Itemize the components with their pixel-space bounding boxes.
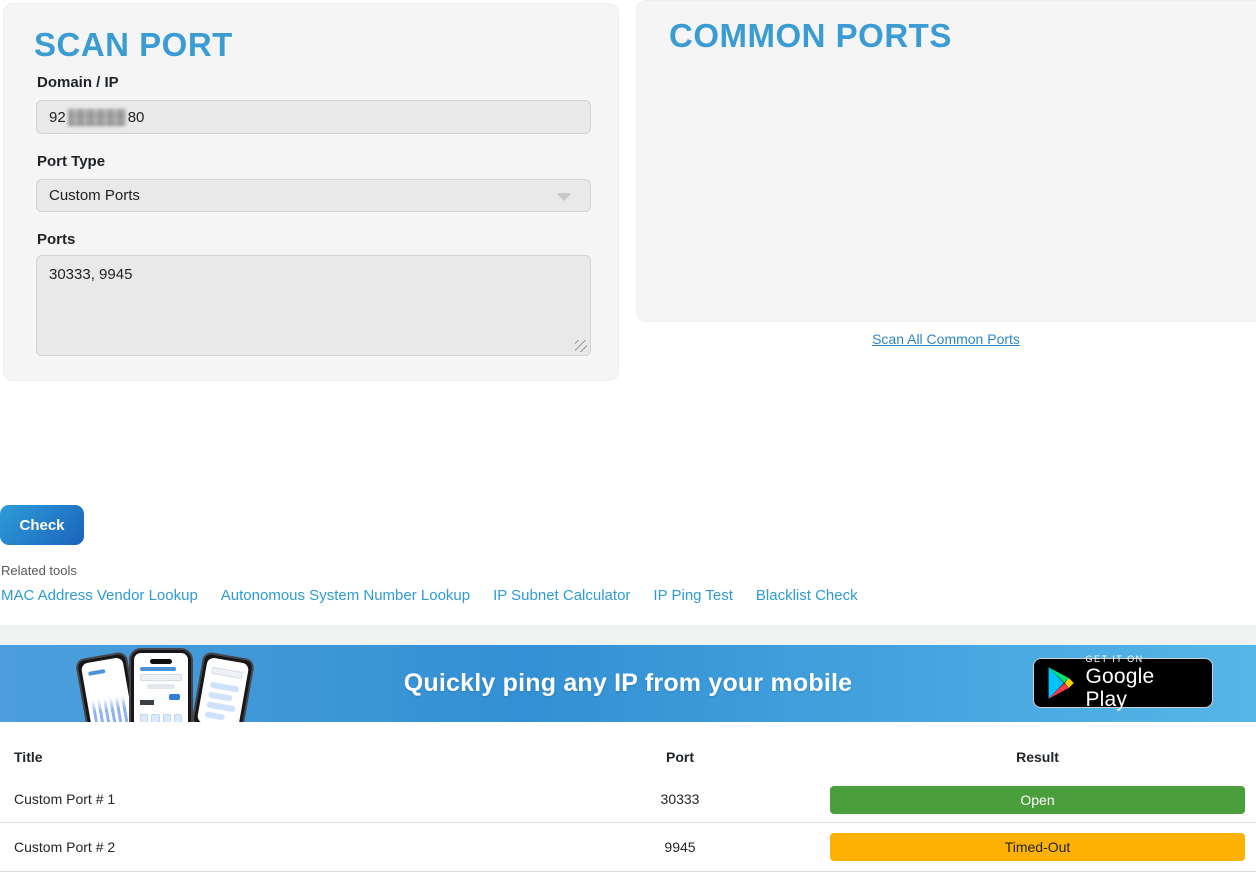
scan-all-common-ports-link[interactable]: Scan All Common Ports <box>636 331 1256 347</box>
link-ip-ping-test[interactable]: IP Ping Test <box>653 587 733 604</box>
check-button[interactable]: Check <box>0 505 84 545</box>
row2-port: 9945 <box>560 839 800 855</box>
link-ip-subnet-calculator[interactable]: IP Subnet Calculator <box>493 587 630 604</box>
phone-center <box>129 648 193 722</box>
domain-ip-label: Domain / IP <box>37 74 119 91</box>
row2-title: Custom Port # 2 <box>14 839 115 855</box>
row-divider <box>0 822 1256 823</box>
column-header-port: Port <box>560 749 800 765</box>
redacted-blur <box>68 109 126 126</box>
domain-ip-input[interactable]: 92 80 <box>36 100 591 134</box>
domain-value-prefix: 92 <box>49 109 66 126</box>
google-play-get-it-on: GET IT ON <box>1085 655 1200 665</box>
link-blacklist-check[interactable]: Blacklist Check <box>756 587 858 604</box>
link-autonomous-system-number-lookup[interactable]: Autonomous System Number Lookup <box>221 587 470 604</box>
google-play-badge[interactable]: GET IT ON Google Play <box>1033 658 1213 708</box>
link-mac-address-vendor-lookup[interactable]: MAC Address Vendor Lookup <box>1 587 198 604</box>
port-type-selected-value: Custom Ports <box>49 187 140 204</box>
row1-title: Custom Port # 1 <box>14 791 115 807</box>
row1-port: 30333 <box>560 791 800 807</box>
row-divider <box>0 871 1256 872</box>
section-divider-strip <box>0 625 1256 645</box>
google-play-icon <box>1046 666 1075 700</box>
row1-status-badge: Open <box>830 786 1245 814</box>
port-type-select[interactable]: Custom Ports <box>36 179 591 212</box>
related-tools-links: MAC Address Vendor Lookup Autonomous Sys… <box>1 587 858 604</box>
scan-port-title: SCAN PORT <box>34 26 233 64</box>
ports-label: Ports <box>37 231 75 248</box>
resize-handle-icon[interactable] <box>575 340 587 352</box>
common-ports-title: COMMON PORTS <box>669 17 952 55</box>
port-type-label: Port Type <box>37 153 105 170</box>
common-ports-panel: COMMON PORTS 21FTP 22SSH 23Telnet 25SMTP… <box>636 0 1256 322</box>
domain-value-suffix: 80 <box>128 109 145 126</box>
google-play-badge-text: GET IT ON Google Play <box>1085 655 1200 711</box>
chevron-down-icon <box>556 193 572 201</box>
column-header-title: Title <box>14 749 43 765</box>
page: SCAN PORT Domain / IP 92 80 Port Type Cus… <box>0 0 1256 875</box>
column-header-result: Result <box>830 749 1245 765</box>
ports-textarea[interactable]: 30333, 9945 <box>36 255 591 356</box>
ports-value: 30333, 9945 <box>49 266 132 283</box>
row2-status-badge: Timed-Out <box>830 833 1245 861</box>
scan-port-panel: SCAN PORT Domain / IP 92 80 Port Type Cus… <box>3 3 619 381</box>
google-play-label: Google Play <box>1085 665 1200 711</box>
promo-banner: Quickly ping any IP from your mobile GET… <box>0 645 1256 722</box>
related-tools-heading: Related tools <box>1 563 77 578</box>
